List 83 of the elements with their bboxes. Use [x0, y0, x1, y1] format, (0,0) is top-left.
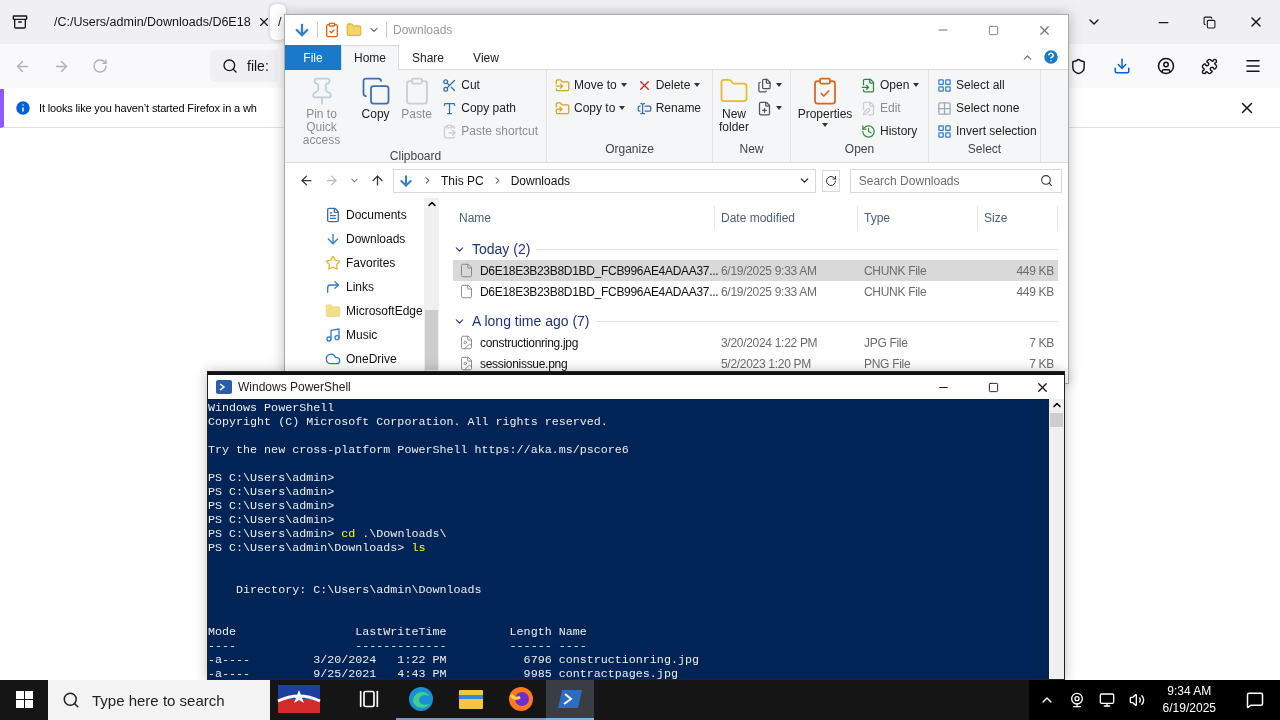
size-cell-text: 7 KB [1028, 356, 1055, 371]
nav-item[interactable]: MicrosoftEdge [325, 299, 424, 323]
nav-item[interactable]: Links [325, 275, 424, 299]
ribbon-button[interactable]: Copy [358, 74, 394, 149]
group-title: Today (2) [472, 241, 531, 257]
group-label: New [738, 142, 765, 158]
console-line: PS C:\Users\admin> [208, 499, 336, 513]
group-title: A long time ago (7) [472, 313, 590, 329]
console-line: -a---- 9/25/2021 4:43 PM 9985 contractpages.jpg [208, 667, 679, 679]
console-line: PS C:\Users\admin> cd .\Downloads\ [208, 527, 448, 541]
ribbon-button[interactable]: Invert selection [935, 120, 1039, 142]
ribbon-button[interactable]: Open [859, 74, 922, 96]
ribbon-button[interactable]: Properties [797, 74, 853, 142]
console-line: -a---- 3/20/2024 1:22 PM 6796 constructionring.jpg [208, 653, 700, 667]
ribbon-button[interactable]: Rename [634, 97, 704, 119]
type-cell-text: JPG File [863, 335, 909, 350]
window-title: Downloads [393, 23, 453, 37]
date-cell-text: 6/19/2025 9:33 AM [720, 284, 818, 299]
file-row[interactable]: D6E18E3B23B8D1BD_FCB996AE4ADAA37... 6/19/2025 9:33 AM CHUNK File 449 KB [453, 260, 1058, 281]
ribbon-button[interactable]: Copy to [553, 97, 629, 119]
window-title: Windows PowerShell [238, 380, 351, 394]
notification-text: It looks like you haven’t started Firefox in a wh [39, 102, 257, 114]
nav-item[interactable]: Music [325, 323, 424, 347]
column-header[interactable]: Name [453, 206, 715, 230]
type-cell-text: CHUNK File [863, 284, 928, 299]
group-label: Organize [604, 142, 655, 158]
column-header[interactable]: Date modified [715, 206, 858, 230]
group-label: Select [966, 142, 1003, 158]
console-line: PS C:\Users\admin> [208, 485, 336, 499]
console-line: PS C:\Users\admin> [208, 471, 336, 485]
column-header[interactable]: Size [978, 206, 1058, 230]
search-field[interactable]: Type here to search [48, 680, 270, 720]
ribbon-button[interactable]: New folder [719, 74, 749, 142]
size-cell-text: 449 KB [1015, 263, 1055, 278]
nav-item[interactable]: Downloads [325, 227, 424, 251]
address-field[interactable]: file: [210, 50, 278, 82]
console-line: Directory: C:\Users\admin\Downloads [235, 583, 483, 597]
browser-tab[interactable]: /C:/Users/admin/Downloads/D6E18 [46, 4, 270, 40]
date-cell-text: 6/19/2025 9:33 AM [720, 263, 818, 278]
search-field[interactable]: Search Downloads [849, 168, 1062, 193]
nav-item[interactable]: Documents [325, 203, 424, 227]
console-line: Windows PowerShell [208, 401, 336, 415]
path-segment[interactable]: This PC [441, 173, 484, 188]
ribbon-button[interactable]: Cut [440, 74, 540, 96]
console-line: PS C:\Users\admin\Downloads> ls [208, 541, 427, 555]
nav-item[interactable]: OneDrive [325, 347, 424, 371]
browser-tab[interactable]: / [270, 4, 286, 40]
size-cell-text: 449 KB [1015, 284, 1055, 299]
ribbon-button[interactable]: Delete [634, 74, 704, 96]
date-cell-text: 5/2/2023 1:20 PM [720, 356, 812, 371]
date-cell-text: 3/20/2024 1:22 PM [720, 335, 819, 350]
ribbon-tab[interactable]: Share [399, 45, 457, 70]
nav-item[interactable]: Favorites [325, 251, 424, 275]
ribbon-button[interactable]: History [859, 120, 922, 142]
ribbon-button[interactable]: Move to [553, 74, 629, 96]
tab-title: / [278, 15, 283, 29]
ribbon-tab[interactable]: View [457, 45, 515, 70]
console-line: ---- ------------- ------ ---- [208, 639, 588, 653]
path-segment[interactable]: Downloads [510, 173, 571, 188]
file-name: D6E18E3B23B8D1BD_FCB996AE4ADAA37... [480, 284, 719, 299]
file-name: sessionissue.png [480, 356, 568, 371]
console-line: Mode LastWriteTime Length Name [208, 625, 588, 639]
console-line: Copyright (C) Microsoft Corporation. All rights reserved. [208, 415, 609, 429]
group-label: Clipboard [388, 149, 443, 163]
file-name: constructionring.jpg [480, 335, 579, 350]
size-cell-text: 7 KB [1028, 335, 1055, 350]
file-name: D6E18E3B23B8D1BD_FCB996AE4ADAA37... [480, 263, 719, 278]
type-cell-text: CHUNK File [863, 263, 928, 278]
tab-title: /C:/Users/admin/Downloads/D6E18 [54, 15, 251, 29]
ribbon-button[interactable]: Select all [935, 74, 1039, 96]
group-label: Open [843, 142, 876, 158]
type-cell-text: PNG File [863, 356, 912, 371]
ribbon-tab[interactable]: File [285, 45, 341, 70]
ribbon-tab[interactable]: Home [341, 45, 399, 70]
file-row[interactable]: constructionring.jpg 3/20/2024 1:22 PM JPG File 7 KB [453, 332, 1058, 353]
address-field[interactable]: This PC Downloads [393, 168, 816, 193]
console-line: Try the new cross-platform PowerShell https://aka.ms/pscore6 [208, 443, 630, 457]
column-header[interactable]: Type [858, 206, 978, 230]
console-line: PS C:\Users\admin> [208, 513, 336, 527]
file-row[interactable]: D6E18E3B23B8D1BD_FCB996AE4ADAA37... 6/19/2025 9:33 AM CHUNK File 449 KB [453, 281, 1058, 302]
ribbon-button[interactable]: Copy path [440, 97, 540, 119]
ribbon-button[interactable]: Select none [935, 97, 1039, 119]
file-row[interactable]: sessionissue.png 5/2/2023 1:20 PM PNG File 7 KB [453, 353, 1058, 374]
